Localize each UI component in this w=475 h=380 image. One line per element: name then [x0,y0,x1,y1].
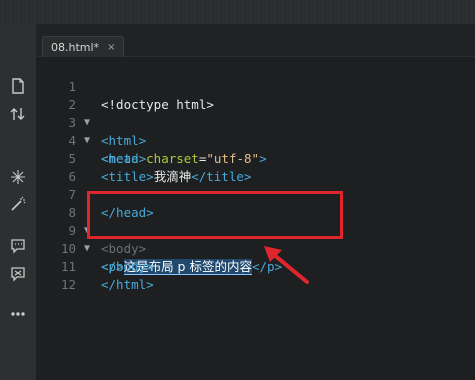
annotation-arrow-icon [264,246,309,284]
code-line: 3 ▼ <head> [36,96,475,166]
code-line: 5 <title>我滴神</title> [36,132,475,184]
comment-off-icon[interactable] [8,264,28,284]
tab-label: 08.html* [51,40,100,54]
code-text: </html> [101,277,154,292]
sort-icon[interactable] [8,104,28,124]
magic-wand-icon[interactable] [8,194,28,214]
close-icon[interactable]: × [107,42,115,53]
sidebar-toolbar [0,24,37,380]
code-line: 7 </head> [36,168,475,220]
line-number: 12 [60,277,76,292]
code-line: 2 ▼ <html> [36,78,475,148]
file-icon[interactable] [8,76,28,96]
tab-08-html[interactable]: 08.html* × [42,36,125,57]
annotation-highlight-box [87,191,343,239]
tab-bar: 08.html* × [36,24,475,57]
code-line: 6 [36,150,475,184]
more-icon[interactable] [8,304,28,324]
comment-icon[interactable] [8,236,28,256]
code-line: 1 <!doctype html> [36,60,475,112]
cursor-move-icon[interactable] [8,167,28,187]
code-line: 4 <meta charset="utf-8"> [36,114,475,166]
title-bar [0,0,475,24]
title-bar-grip [0,0,475,24]
